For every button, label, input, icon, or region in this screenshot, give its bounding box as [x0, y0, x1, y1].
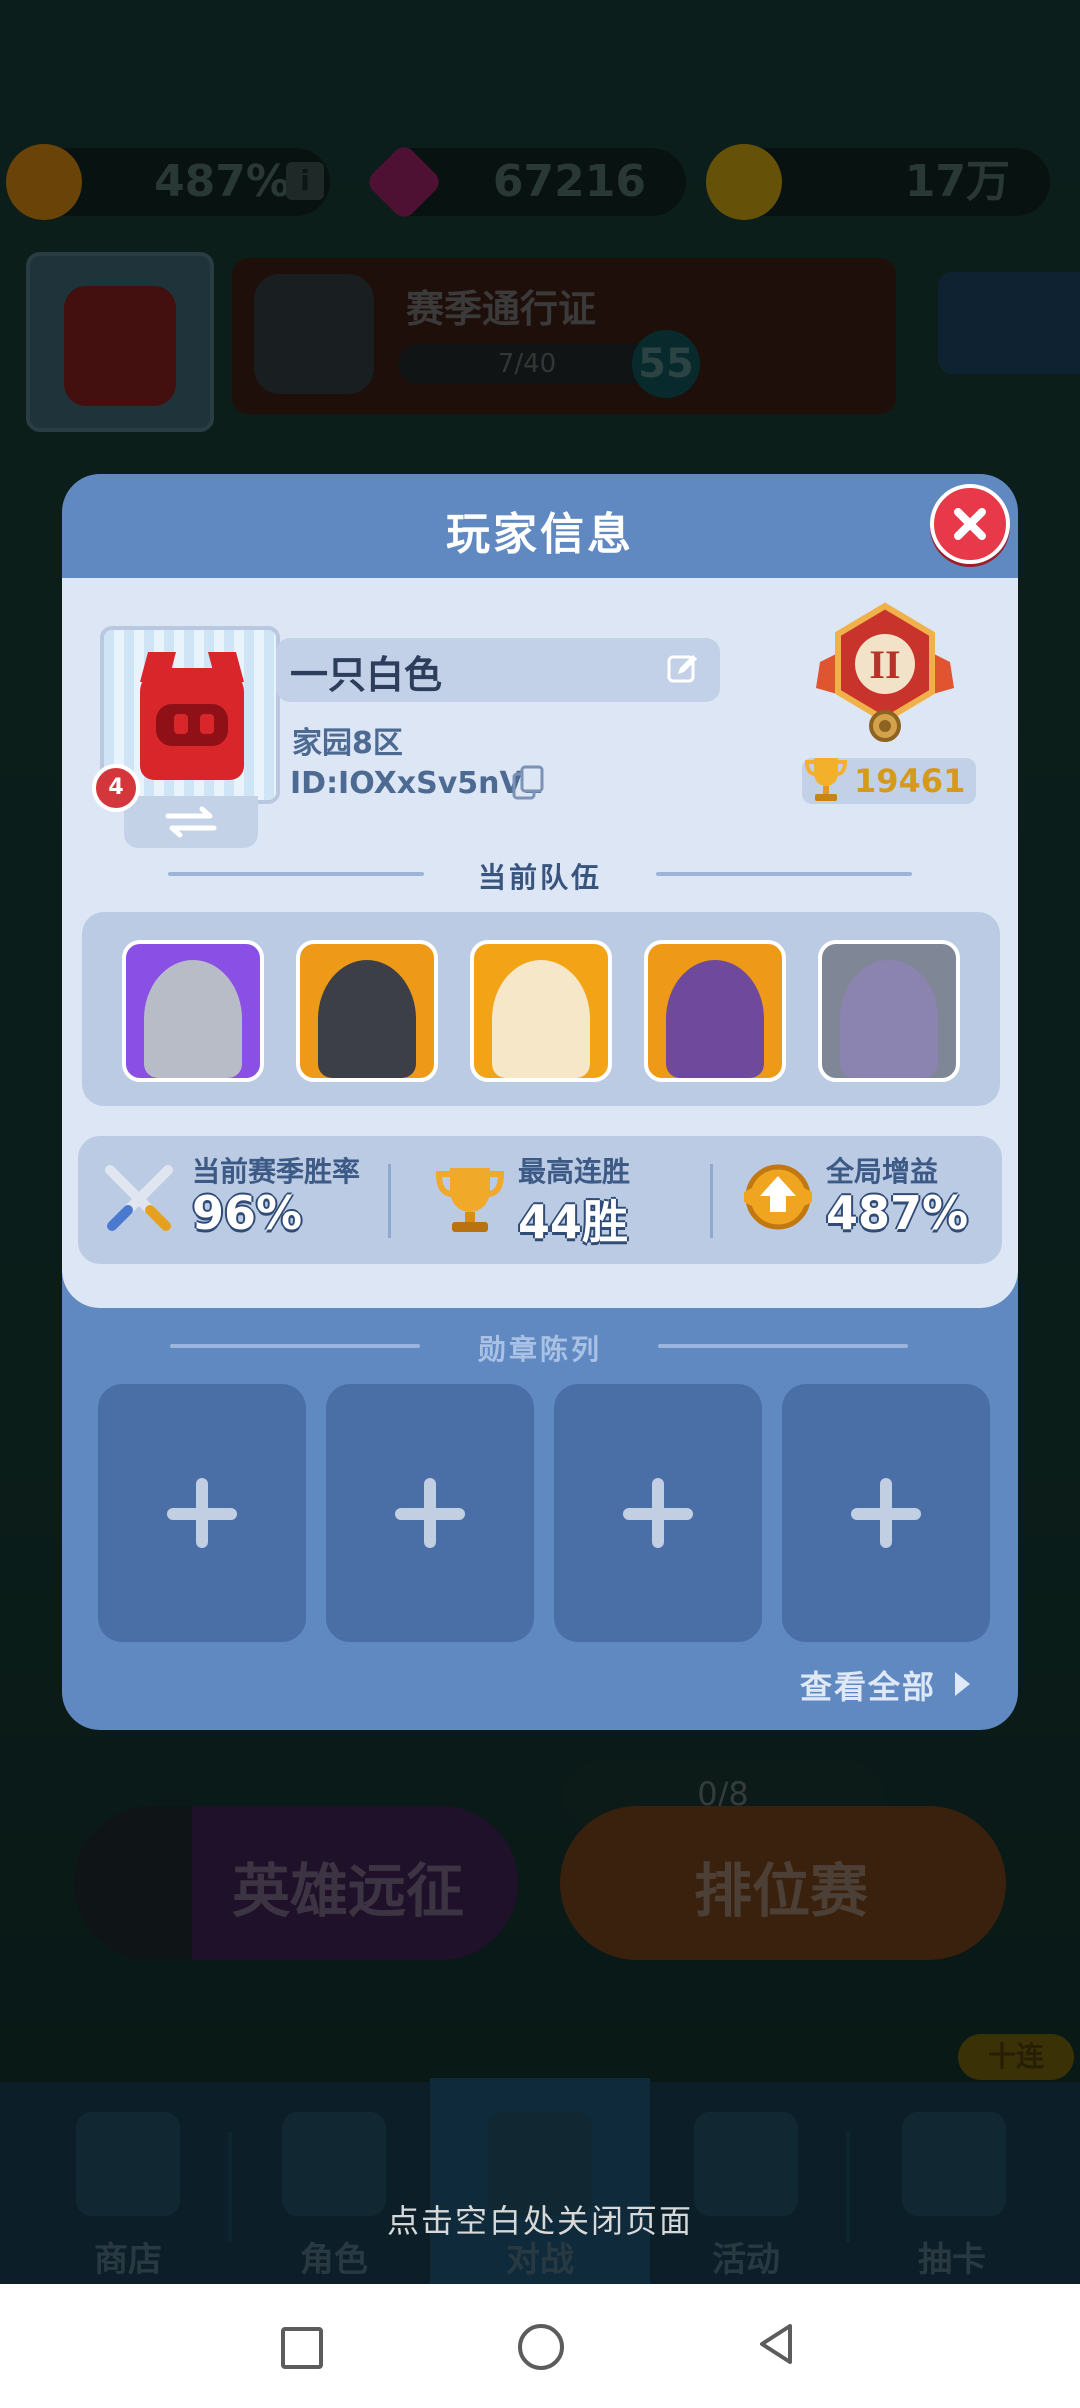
edit-name-icon[interactable]: [666, 652, 700, 686]
bottom-navigation: 商店 角色 对战 活动 抽卡: [0, 2078, 1080, 2284]
season-pass-progress-bar: 7/40: [398, 344, 656, 384]
season-pass-title: 赛季通行证: [406, 287, 597, 331]
swap-arrows-icon: [165, 806, 217, 838]
server-name: 家园8区: [292, 726, 403, 761]
trophy-count: 19461: [854, 762, 966, 800]
gem-resource[interactable]: 67216: [364, 142, 686, 222]
trophy-icon: [804, 758, 848, 801]
player-info-modal: 玩家信息 4 一只白色 家园8区 ID:IOXxSv5nVL II 19461 …: [62, 474, 1018, 1730]
badges-divider-right: [658, 1344, 908, 1348]
player-info-panel: 4 一只白色 家园8区 ID:IOXxSv5nVL II 19461 当前队伍 …: [62, 578, 1018, 1308]
menu-button[interactable]: [938, 272, 1080, 374]
player-id: ID:IOXxSv5nVL: [290, 766, 542, 801]
info-icon[interactable]: i: [286, 162, 324, 200]
close-hint: 点击空白处关闭页面: [386, 2202, 693, 2240]
season-pass-banner[interactable]: 赛季通行证 7/40 55: [232, 258, 896, 414]
home-icon[interactable]: [518, 2324, 564, 2370]
badge-slot-4[interactable]: [782, 1384, 990, 1642]
coin-icon: [706, 144, 782, 220]
season-pass-level: 55: [632, 330, 700, 398]
team-divider-right: [656, 872, 912, 876]
boost-value: 487%: [154, 156, 290, 207]
badge-slot-1[interactable]: [98, 1384, 306, 1642]
chevron-right-icon[interactable]: [952, 1670, 972, 1698]
rank-roman: II: [869, 642, 900, 687]
back-icon[interactable]: [756, 2322, 796, 2366]
ranked-button[interactable]: 排位赛: [560, 1806, 1006, 1960]
ten-pull-badge: 十连: [958, 2034, 1074, 2080]
max-streak-label: 最高连胜: [518, 1155, 631, 1188]
season-pass-progress-text: 7/40: [497, 349, 557, 379]
trophy-cup-icon: [435, 1168, 505, 1232]
recent-apps-icon[interactable]: [281, 2327, 323, 2369]
expedition-button[interactable]: 英雄远征: [74, 1806, 518, 1960]
stats-panel: 当前赛季胜率 96% 最高连胜 44胜 全局增益 487%: [78, 1136, 1002, 1264]
view-all-button[interactable]: 查看全部: [800, 1662, 936, 1708]
copy-icon[interactable]: [510, 764, 546, 802]
ranked-label: 排位赛: [694, 1857, 869, 1925]
gem-value: 67216: [492, 156, 646, 207]
close-button[interactable]: [930, 484, 1010, 564]
win-rate-label: 当前赛季胜率: [192, 1155, 361, 1188]
hero-dark-knight[interactable]: [296, 940, 438, 1082]
boost-icon: [6, 144, 82, 220]
season-pass-emblem-icon: [254, 274, 374, 394]
win-rate-value: 96%: [192, 1186, 303, 1240]
max-streak-value: 44胜: [518, 1195, 629, 1249]
expedition-label: 英雄远征: [232, 1857, 465, 1925]
hero-hooded-archer[interactable]: [818, 940, 960, 1082]
crossed-swords-icon: [105, 1165, 173, 1231]
team-title: 当前队伍: [477, 861, 602, 894]
hero-angel[interactable]: [470, 940, 612, 1082]
boost-badge-icon: [744, 1164, 812, 1230]
badge-slot-2[interactable]: [326, 1384, 534, 1642]
coin-resource[interactable]: 17万: [706, 144, 1050, 220]
coin-value: 17万: [904, 156, 1010, 207]
boost-resource[interactable]: 487%: [6, 144, 330, 220]
global-boost-label: 全局增益: [826, 1155, 939, 1188]
system-navigation-bar: [0, 2284, 1080, 2408]
hero-knight[interactable]: [122, 940, 264, 1082]
swap-avatar-button[interactable]: [124, 796, 258, 848]
modal-title: 玩家信息: [446, 509, 634, 560]
hero-dark-mage[interactable]: [644, 940, 786, 1082]
hud-avatar[interactable]: [26, 252, 214, 432]
player-level-badge: 4: [92, 764, 140, 812]
player-name: 一只白色: [290, 653, 443, 697]
rank-emblem-icon[interactable]: II: [810, 600, 960, 750]
badge-slot-3[interactable]: [554, 1384, 762, 1642]
team-panel: [82, 912, 1000, 1106]
global-boost-value: 487%: [826, 1186, 969, 1240]
close-icon: [954, 508, 986, 540]
badges-title: 勋章陈列: [477, 1333, 602, 1366]
